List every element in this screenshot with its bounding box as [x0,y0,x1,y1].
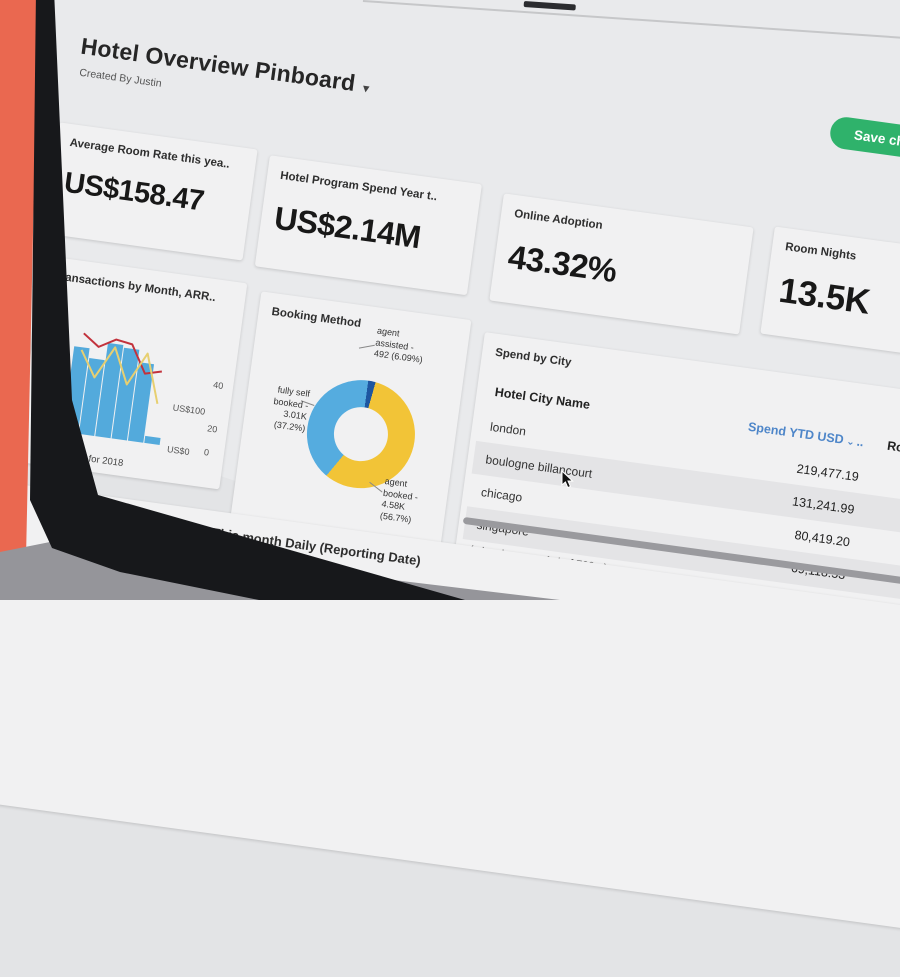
column-more-dots: ‥ [856,438,864,450]
sort-desc-icon: ⌄ [846,436,856,448]
svg-text:US$0: US$0 [166,444,190,457]
kpi-card-0[interactable]: Average Room Rate this yea..US$158.47 [44,122,257,260]
donut-label-agent-booked: agentbooked -4.58K(56.7%) [379,476,449,531]
pinboard-page: Hotel Overview Pinboard ▾ Created By Just… [0,0,900,977]
save-changes-button[interactable]: Save cha [828,115,900,168]
kpi-card-1[interactable]: Hotel Program Spend Year t..US$2.14M [255,155,482,295]
title-dropdown-caret[interactable]: ▾ [362,80,371,96]
donut-chart [300,373,422,495]
created-by-label: Created By Justin [79,67,163,90]
kpi-card-3[interactable]: Room Nights13.5K [760,226,900,364]
svg-text:0: 0 [203,447,209,458]
kpi-card-2[interactable]: Online Adoption43.32% [489,193,753,334]
page-title: Hotel Overview Pinboard ▾ [79,33,372,99]
svg-text:40: 40 [213,380,224,391]
label-leader-line [359,345,375,349]
donut-label-fully-self-booked: fully selfbooked -3.01K(37.2%) [243,381,311,436]
page-title-text: Hotel Overview Pinboard [79,33,357,96]
svg-text:20: 20 [207,423,218,434]
svg-text:US$100: US$100 [172,402,206,416]
mouse-cursor [561,471,577,489]
